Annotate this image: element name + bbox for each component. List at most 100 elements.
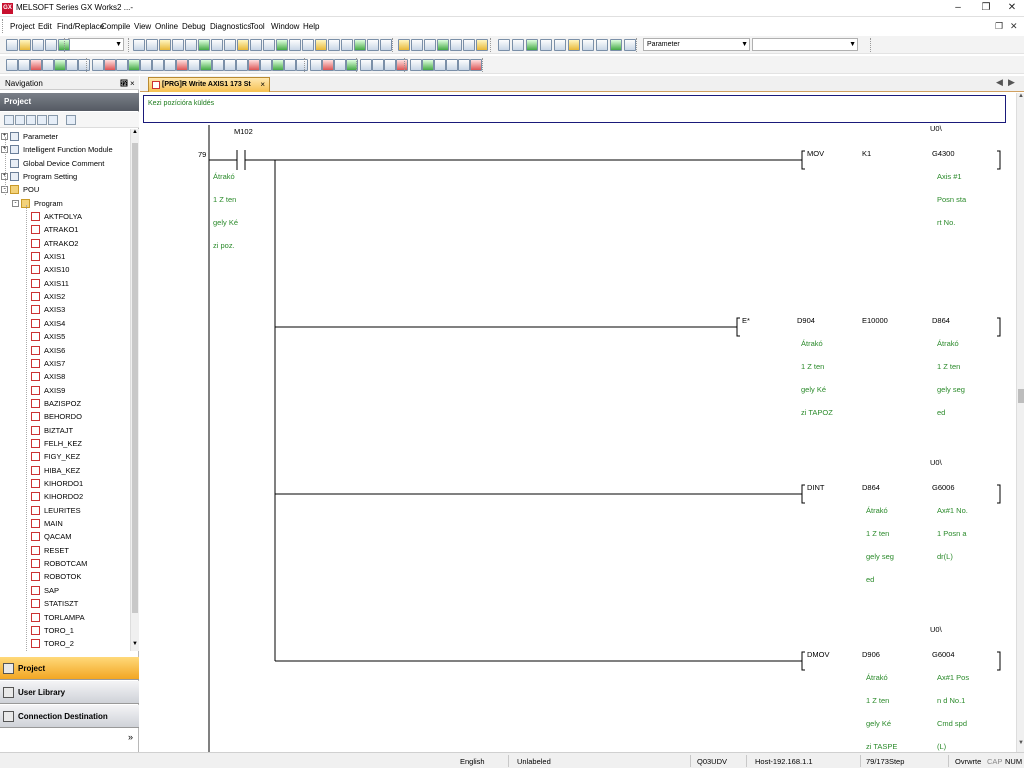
open-data-icon[interactable] [15, 115, 25, 125]
tree-item-program[interactable]: AXIS4 [0, 318, 130, 330]
tree-item-program[interactable]: ROBOTOK [0, 571, 130, 583]
navigation-close-icon[interactable]: × [130, 79, 135, 88]
scroll-up-icon[interactable]: ▲ [131, 129, 139, 135]
toolbar-tool-icon[interactable] [146, 39, 158, 51]
toolbar-tool-icon[interactable] [463, 39, 475, 51]
copy-data-icon[interactable] [26, 115, 36, 125]
tree-item-program[interactable]: ATRAKO2 [0, 238, 130, 250]
toolbar-tool-icon[interactable] [296, 59, 308, 71]
tree-item-program[interactable]: MAIN [0, 518, 130, 530]
toolbar-tool-icon[interactable] [411, 39, 423, 51]
toolbar-tool-icon[interactable] [185, 39, 197, 51]
editor-scroll-down-icon[interactable]: ▼ [1017, 740, 1024, 746]
menu-help[interactable]: Help [303, 22, 319, 31]
toolbar-tool-icon[interactable] [568, 39, 580, 51]
toolbar-tool-icon[interactable] [66, 59, 78, 71]
toolbar-tool-icon[interactable] [610, 39, 622, 51]
tree-item-program[interactable]: ROBOTCAM [0, 558, 130, 570]
toolbar-tool-icon[interactable] [398, 39, 410, 51]
tree-item-program[interactable]: BEHORDO [0, 411, 130, 423]
tree-item[interactable]: + Parameter [0, 131, 130, 143]
menu-window[interactable]: Window [271, 22, 299, 31]
nav-project-button[interactable]: Project [0, 657, 139, 680]
tree-item-program[interactable]: ATRAKO1 [0, 224, 130, 236]
toolbar-tool-icon[interactable] [272, 59, 284, 71]
tree-item[interactable]: - Program [0, 198, 130, 210]
toolbar-tool-icon[interactable] [624, 39, 636, 51]
toolbar-tool-icon[interactable] [470, 59, 482, 71]
toolbar-tool-icon[interactable] [45, 39, 57, 51]
toolbar-tool-icon[interactable] [116, 59, 128, 71]
toolbar-tool-icon[interactable] [263, 39, 275, 51]
tree-item-program[interactable]: TORO_2 [0, 638, 130, 650]
toolbar-tool-icon[interactable] [360, 59, 372, 71]
tree-item[interactable]: + Intelligent Function Module [0, 144, 130, 156]
menu-find-replace[interactable]: Find/Replace [57, 22, 104, 31]
toolbar-tool-icon[interactable] [54, 59, 66, 71]
tab-close-icon[interactable]: × [260, 78, 265, 92]
toolbar-tool-icon[interactable] [250, 39, 262, 51]
toolbar-tool-icon[interactable] [42, 59, 54, 71]
property-icon[interactable] [37, 115, 47, 125]
tree-item-program[interactable]: BIZTAJT [0, 425, 130, 437]
tree-item-program[interactable]: STATISZT [0, 598, 130, 610]
editor-scrollbar[interactable]: ▲ ▼ [1016, 93, 1024, 752]
toolbar-tool-icon[interactable] [198, 39, 210, 51]
menu-view[interactable]: View [134, 22, 151, 31]
scroll-thumb[interactable] [132, 143, 138, 613]
toolbar-tool-icon[interactable] [284, 59, 296, 71]
toolbar-tool-icon[interactable] [458, 59, 470, 71]
tree-item[interactable]: - POU [0, 184, 130, 196]
toolbar-tool-icon[interactable] [289, 39, 301, 51]
close-icon[interactable]: ✕ [1002, 1, 1022, 15]
more-buttons-icon[interactable]: » [128, 732, 133, 742]
tree-item[interactable]: Global Device Comment [0, 158, 130, 170]
refresh-icon[interactable] [48, 115, 58, 125]
toolbar-tool-icon[interactable] [322, 59, 334, 71]
tree-item-program[interactable]: AXIS7 [0, 358, 130, 370]
toolbar-tool-icon[interactable] [236, 59, 248, 71]
toolbar-tool-icon[interactable] [276, 39, 288, 51]
tree-item-program[interactable]: AXIS1 [0, 251, 130, 263]
toolbar-tool-icon[interactable] [554, 39, 566, 51]
new-data-icon[interactable] [4, 115, 14, 125]
toolbar-tool-icon[interactable] [450, 39, 462, 51]
toolbar-tool-icon[interactable] [498, 39, 510, 51]
toolbar-tool-icon[interactable] [410, 59, 422, 71]
tree-item-program[interactable]: AXIS10 [0, 264, 130, 276]
ladder-editor[interactable]: Kezi pozícióra küldés 79 M102 Átrakó 1 Z te… [140, 93, 1016, 752]
toolbar-tool-icon[interactable] [424, 39, 436, 51]
parameter-combo[interactable]: Parameter ▼ [643, 38, 750, 51]
menu-compile[interactable]: Compile [101, 22, 130, 31]
toolbar-tool-icon[interactable] [176, 59, 188, 71]
editor-scroll-thumb[interactable] [1018, 389, 1024, 403]
toolbar-tool-icon[interactable] [302, 39, 314, 51]
toolbar-tool-icon[interactable] [224, 39, 236, 51]
toolbar-tool-icon[interactable] [512, 39, 524, 51]
pin-icon[interactable]: ⵮ [120, 79, 128, 88]
tree-item-program[interactable]: RESET [0, 545, 130, 557]
menu-online[interactable]: Online [155, 22, 178, 31]
toolbar-tool-icon[interactable] [596, 39, 608, 51]
toolbar-tool-icon[interactable] [164, 59, 176, 71]
tree-item-program[interactable]: TORLAMPA [0, 612, 130, 624]
toolbar-tool-icon[interactable] [6, 59, 18, 71]
toolbar-tool-icon[interactable] [582, 39, 594, 51]
tree-item-program[interactable]: BAZISPOZ [0, 398, 130, 410]
tree-item-program[interactable]: AXIS8 [0, 371, 130, 383]
tree-item-program[interactable]: LEURITES [0, 505, 130, 517]
toolbar-tool-icon[interactable] [212, 59, 224, 71]
menu-tool[interactable]: Tool [250, 22, 265, 31]
toolbar-tool-icon[interactable] [18, 59, 30, 71]
toolbar-tool-icon[interactable] [476, 39, 488, 51]
ladder-diagram[interactable]: 79 M102 Átrakó 1 Z ten gely Ké zi poz. MOV K1 U0… [140, 93, 1016, 752]
menu-project[interactable]: Project [10, 22, 35, 31]
nav-connection-button[interactable]: Connection Destination [0, 705, 139, 728]
tree-item-program[interactable]: AXIS2 [0, 291, 130, 303]
toolbar-tool-icon[interactable] [367, 39, 379, 51]
toolbar-tool-icon[interactable] [540, 39, 552, 51]
toolbar-tool-icon[interactable] [224, 59, 236, 71]
toolbar-tool-icon[interactable] [372, 59, 384, 71]
menu-debug[interactable]: Debug [182, 22, 206, 31]
toolbar-tool-icon[interactable] [526, 39, 538, 51]
